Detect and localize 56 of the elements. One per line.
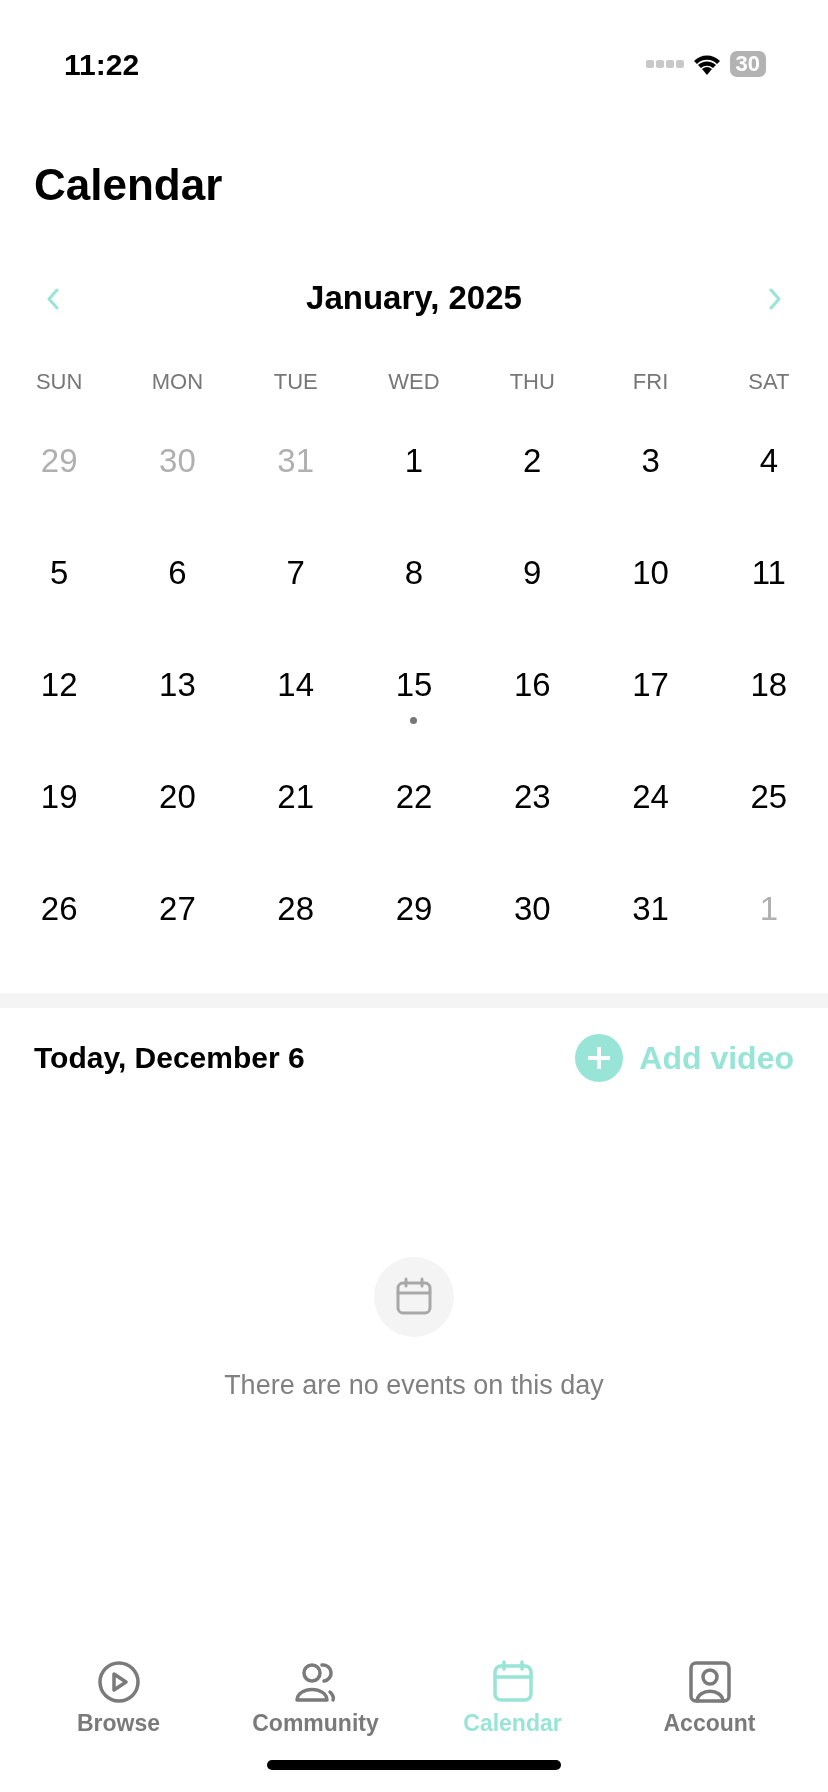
calendar-day[interactable]: 22 <box>395 776 433 817</box>
calendar-day[interactable]: 4 <box>759 440 778 481</box>
calendar-day[interactable]: 28 <box>277 888 315 929</box>
calendar-day[interactable]: 31 <box>632 888 669 929</box>
weekday-label: TUE <box>273 368 318 394</box>
calendar-day[interactable]: 12 <box>40 664 78 705</box>
status-time: 11:22 <box>64 46 140 83</box>
calendar-day[interactable]: 15 <box>395 664 433 705</box>
empty-message: There are no events on this day <box>224 1368 604 1402</box>
calendar-day[interactable]: 11 <box>751 552 786 593</box>
month-label: January, 2025 <box>306 278 522 318</box>
chevron-left-icon <box>46 287 60 310</box>
calendar-day[interactable]: 1 <box>404 440 424 481</box>
calendar-day[interactable]: 13 <box>159 664 196 705</box>
calendar-icon <box>394 1276 434 1317</box>
calendar-day[interactable]: 23 <box>513 776 551 817</box>
account-icon <box>687 1660 732 1704</box>
calendar-day[interactable]: 21 <box>277 776 315 817</box>
calendar-day[interactable]: 18 <box>750 664 788 705</box>
calendar-day[interactable]: 19 <box>40 776 78 817</box>
calendar-day[interactable]: 24 <box>632 776 669 817</box>
calendar-icon <box>490 1660 535 1704</box>
page-title: Calendar <box>34 159 224 211</box>
weekday-label: WED <box>388 368 440 394</box>
calendar-day[interactable]: 27 <box>159 888 196 929</box>
weekday-label: MON <box>151 368 204 394</box>
calendar-day[interactable]: 5 <box>49 552 69 593</box>
calendar-day[interactable]: 20 <box>159 776 196 817</box>
weekday-label: SUN <box>35 368 83 394</box>
signal-icon <box>645 59 684 69</box>
day-heading: Today, December 6 <box>34 1040 305 1076</box>
calendar-day[interactable]: 10 <box>632 552 669 593</box>
calendar-day[interactable]: 16 <box>513 664 551 705</box>
weekday-label: SAT <box>748 368 790 394</box>
calendar-day[interactable]: 8 <box>404 552 424 593</box>
calendar-day[interactable]: 26 <box>40 888 78 929</box>
calendar-day[interactable]: 2 <box>523 440 542 481</box>
calendar-day[interactable]: 25 <box>750 776 788 817</box>
calendar-day[interactable]: 6 <box>168 552 187 593</box>
calendar-day[interactable]: 14 <box>277 664 315 705</box>
calendar-day[interactable]: 7 <box>286 552 305 593</box>
tab-button[interactable]: Community <box>230 1660 401 1741</box>
tab-button[interactable]: Account <box>624 1660 795 1741</box>
chevron-right-icon <box>768 287 782 310</box>
calendar-day[interactable]: 17 <box>632 664 669 705</box>
calendar-day[interactable]: 3 <box>641 440 660 481</box>
battery-indicator: 30 <box>729 51 766 77</box>
calendar-day[interactable]: 29 <box>395 888 433 929</box>
play-icon <box>96 1660 141 1704</box>
weekday-label: THU <box>509 368 555 394</box>
add-icon <box>575 1033 624 1082</box>
tab-button[interactable]: Browse <box>33 1660 204 1741</box>
weekday-label: FRI <box>632 368 669 394</box>
calendar-day[interactable]: 9 <box>523 552 542 593</box>
people-icon <box>293 1660 338 1704</box>
calendar-day[interactable]: 30 <box>513 888 551 929</box>
